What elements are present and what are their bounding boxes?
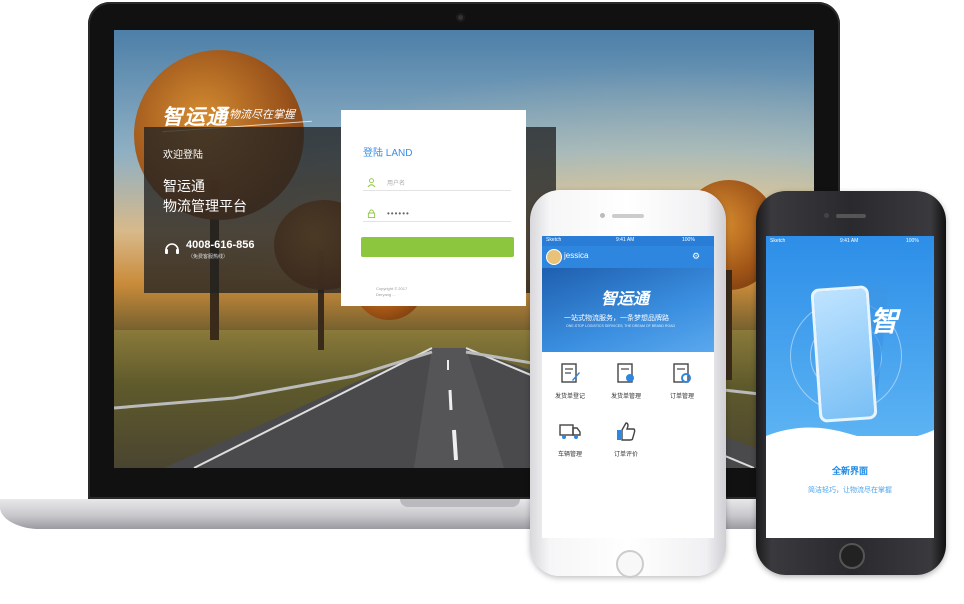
avatar[interactable] xyxy=(546,249,562,265)
menu-item-reviews[interactable]: 订单评价 xyxy=(598,420,654,464)
front-camera xyxy=(824,213,829,218)
gear-icon[interactable]: ⚙ xyxy=(692,251,700,262)
menu-label: 发货单管理 xyxy=(610,394,641,400)
carrier: Sketch xyxy=(770,238,786,244)
copyright: Copyright © 2017 Deryang ... xyxy=(376,286,407,298)
login-title: 登陆 LAND xyxy=(363,148,413,159)
platform-line-2: 物流管理平台 xyxy=(163,198,247,214)
edit-doc-icon xyxy=(561,363,580,383)
carrier: Sketch xyxy=(546,237,562,243)
home-button[interactable] xyxy=(839,543,865,569)
laptop-notch xyxy=(400,499,520,507)
banner-logo: 智运通 xyxy=(601,291,650,308)
app-banner xyxy=(542,268,714,352)
banner-slogan-en: ONE-STOP LOGISTICS SERVICES, THE DREAM O… xyxy=(566,324,676,328)
password-field[interactable] xyxy=(363,203,511,222)
username: jessica xyxy=(564,251,589,260)
platform-line-1: 智运通 xyxy=(163,178,205,194)
splash-subtitle: 简洁轻巧，让物流尽在掌握 xyxy=(808,487,892,494)
device-illustration xyxy=(810,285,878,423)
username-field[interactable] xyxy=(363,172,511,191)
hero-character: 智 xyxy=(870,306,899,337)
hotline-number: 4008-616-856 xyxy=(186,239,255,251)
menu-item-manage[interactable]: 发货单管理 xyxy=(598,362,654,406)
truck-icon xyxy=(559,424,581,439)
menu-item-register[interactable]: 发货单登记 xyxy=(542,362,598,406)
speaker xyxy=(836,214,866,218)
battery: 100% xyxy=(682,237,695,243)
order-settings-icon xyxy=(673,363,691,383)
hotline-note: （免费客服热线） xyxy=(188,254,229,260)
front-camera xyxy=(600,213,605,218)
banner-slogan: 一站式物流服务，一条梦想品牌路 xyxy=(564,315,669,322)
user-icon xyxy=(367,178,376,187)
clock: 9:41 AM xyxy=(616,237,635,243)
menu-label: 发货单登记 xyxy=(554,394,585,400)
laptop-camera xyxy=(456,13,465,22)
platform-name: 智运通 物流管理平台 xyxy=(163,176,247,216)
menu-item-vehicles[interactable]: 车辆管理 xyxy=(542,420,598,464)
username-placeholder: 用户名 xyxy=(387,181,406,187)
menu-label: 订单评价 xyxy=(613,452,638,458)
battery: 100% xyxy=(906,238,919,244)
welcome-text: 欢迎登陆 xyxy=(163,150,203,161)
menu-label: 车辆管理 xyxy=(557,452,582,458)
login-button[interactable] xyxy=(361,237,514,257)
headset-icon xyxy=(165,243,179,254)
tree-trunk xyxy=(726,270,732,380)
menu-item-orders[interactable]: 订单管理 xyxy=(654,362,710,406)
brand-slogan: 让物流尽在掌握 xyxy=(218,109,295,121)
home-button[interactable] xyxy=(616,550,644,578)
clock: 9:41 AM xyxy=(840,238,859,244)
splash-title: 全新界面 xyxy=(831,466,868,476)
menu-label: 订单管理 xyxy=(669,394,694,400)
copyright-line-2: Deryang ... xyxy=(376,292,396,297)
doc-manage-icon xyxy=(617,363,634,383)
speaker xyxy=(612,214,644,218)
lock-icon xyxy=(367,209,376,218)
thumbs-up-icon xyxy=(617,422,636,441)
password-mask: •••••• xyxy=(387,209,410,218)
wave-divider xyxy=(766,427,934,450)
